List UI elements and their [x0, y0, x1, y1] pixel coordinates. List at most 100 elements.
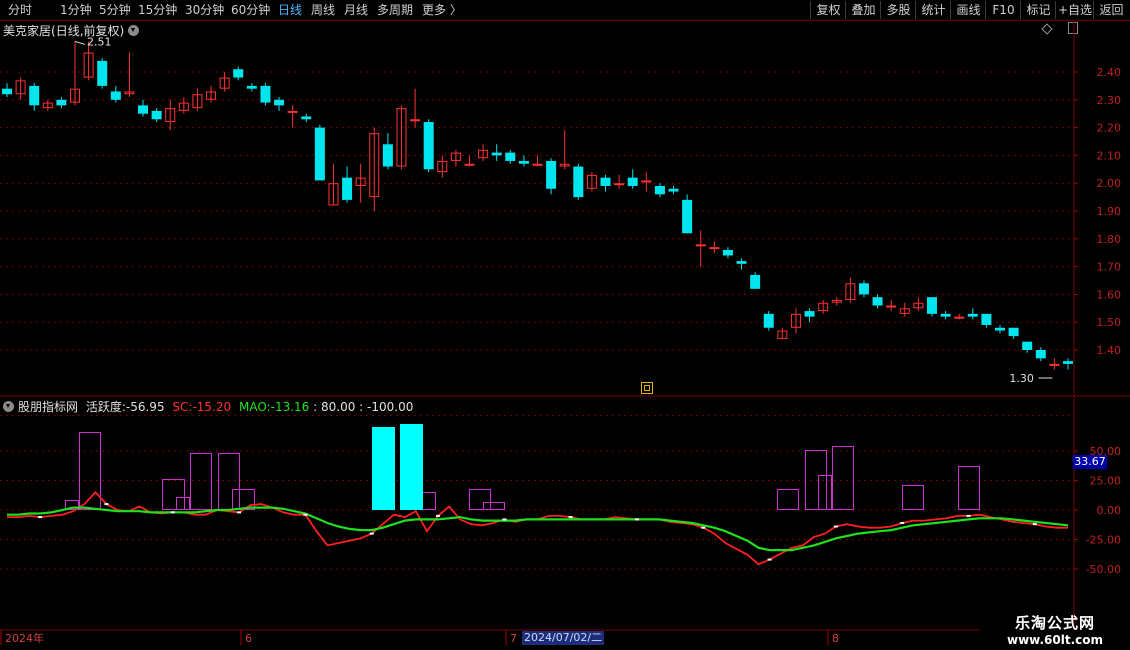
candle-body — [274, 99, 285, 106]
candle-body — [246, 85, 257, 89]
candle-body — [994, 327, 1005, 331]
level-80: : 80.00 — [313, 400, 356, 414]
candle-body — [260, 85, 271, 103]
candle-body — [110, 91, 121, 100]
candle-body — [1049, 363, 1060, 366]
candle-body — [464, 163, 475, 166]
low-price-label: 1.30 — [1009, 372, 1034, 385]
candle-body — [722, 249, 733, 256]
mao-line — [7, 506, 1069, 552]
sc-marker — [237, 511, 242, 514]
activity-bar — [190, 453, 212, 510]
price-tick-label: 1.40 — [1097, 344, 1122, 357]
activity-bar — [958, 466, 980, 510]
sc-marker — [966, 514, 971, 517]
price-tick-label: 2.10 — [1097, 149, 1122, 162]
sc-marker — [436, 514, 441, 517]
activity-bar — [902, 485, 924, 510]
candle-body — [641, 180, 652, 183]
candle-body — [872, 297, 883, 306]
activity-bar — [832, 446, 854, 510]
candle-body — [858, 283, 869, 295]
sc-marker — [303, 513, 308, 516]
candle-body — [342, 177, 353, 200]
sc-marker — [833, 525, 838, 528]
high-price-label: 2.51 — [87, 35, 112, 48]
activity-bar — [777, 489, 799, 510]
candle-body — [886, 305, 897, 308]
candle-body — [654, 185, 665, 195]
sc-marker — [38, 516, 43, 519]
candle-body — [532, 163, 543, 166]
mao-label: MAO: — [238, 400, 271, 414]
candle-body — [56, 99, 67, 106]
huoyue-label: 活跃度: — [85, 400, 126, 414]
candle-body — [614, 183, 625, 186]
time-label: 2024年 — [5, 631, 44, 645]
sc-marker — [104, 503, 109, 506]
sc-marker — [900, 521, 905, 524]
activity-bar — [469, 489, 491, 510]
activity-bar-strong — [372, 427, 395, 510]
sc-marker — [568, 516, 573, 519]
candle-body — [546, 160, 557, 189]
cursor-date-flag: 2024/07/02/二 — [522, 631, 605, 645]
candle-body — [1063, 361, 1073, 364]
indicator-title: 股朋指标网 活跃度:-56.95 SC:-15.20 MAO:-13.16 : … — [3, 398, 413, 415]
candle-body — [682, 199, 693, 234]
candle-body — [954, 316, 965, 319]
candle-body — [1008, 327, 1019, 337]
candle-body — [97, 60, 108, 86]
candle-body — [804, 311, 815, 317]
time-label: 6 — [245, 632, 252, 645]
price-tick-label: 1.60 — [1097, 288, 1122, 301]
activity-bar — [162, 479, 185, 510]
indicator-tick-label: 25.00 — [1090, 475, 1122, 488]
sc-line — [7, 490, 1068, 566]
candle-body — [967, 313, 978, 317]
candle-body — [491, 152, 502, 156]
price-tick-label: 2.40 — [1097, 66, 1122, 79]
indicator-tick-label: -25.00 — [1086, 534, 1121, 547]
candle-body — [29, 85, 40, 106]
candle-body — [627, 177, 638, 186]
price-tick-label: 1.50 — [1097, 316, 1122, 329]
sc-marker — [701, 526, 706, 529]
candle-body — [423, 122, 434, 170]
candle-body — [1035, 350, 1046, 359]
huoyue-value: -56.95 — [125, 400, 165, 414]
candle-body — [410, 119, 421, 122]
indicator-tick-label: -50.00 — [1086, 563, 1121, 576]
candle-body — [151, 110, 162, 120]
sc-marker — [502, 518, 507, 521]
activity-bar-strong — [400, 424, 423, 510]
sc-marker — [634, 518, 639, 521]
sc-value: -15.20 — [192, 400, 232, 414]
price-tick-label: 2.30 — [1097, 94, 1122, 107]
level-minus-100: : -100.00 — [359, 400, 414, 414]
candle-body — [736, 261, 747, 264]
indicator-name: 股朋指标网 — [18, 400, 79, 414]
event-marker-icon[interactable] — [641, 382, 653, 394]
candle-body — [505, 152, 516, 161]
sc-label: SC: — [172, 400, 193, 414]
candle-body — [709, 247, 720, 250]
candle-body — [940, 313, 951, 317]
price-tick-label: 1.80 — [1097, 233, 1122, 246]
time-label: 8 — [832, 632, 839, 645]
mao-value: -13.16 — [270, 400, 310, 414]
candle-body — [301, 116, 312, 120]
time-label: 7 — [510, 632, 517, 645]
activity-bar — [483, 502, 505, 510]
indicator-tick-label: 0.00 — [1097, 504, 1122, 517]
indicator-dropdown-icon[interactable] — [3, 401, 14, 412]
candle-body — [233, 69, 244, 78]
price-tick-label: 1.90 — [1097, 205, 1122, 218]
candle-body — [763, 313, 774, 328]
sc-marker — [1032, 523, 1037, 526]
sc-marker — [767, 558, 772, 561]
candle-body — [750, 274, 761, 289]
high-price-arrow — [74, 40, 86, 45]
candle-body — [926, 297, 937, 314]
sc-marker — [369, 532, 374, 535]
